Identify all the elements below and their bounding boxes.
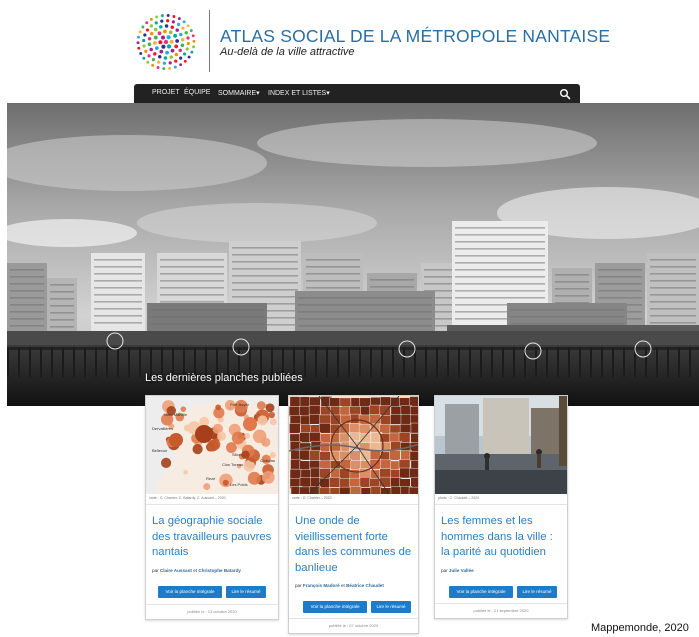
read-summary-button[interactable]: Lire le résumé [226, 586, 266, 598]
authors-prefix: par [295, 583, 302, 588]
author-link[interactable]: Béatrice Chaudet [346, 583, 384, 588]
map-label: Port Boyer [230, 402, 250, 407]
hero-cityscape-photo [7, 103, 699, 406]
nav-item-equipe[interactable]: ÉQUIPE [184, 89, 210, 96]
card-credit: carte : G. Charrier – 2020 [292, 496, 332, 500]
map-label: Château [260, 458, 275, 463]
site-subtitle: Au-delà de la ville attractive [220, 46, 355, 58]
card-femmes-hommes[interactable]: photo : C. Chaudet – 2020 Les femmes et … [434, 395, 568, 619]
card-published-date: publiée le : 13 octobre 2020 [187, 609, 237, 614]
map-label: Nord Malville [164, 412, 188, 417]
card-authors: par Claire Aussant et Christophe Batardy [152, 568, 241, 573]
card-title[interactable]: Une onde de vieillissement forte dans le… [295, 514, 414, 576]
card-authors: par François Madoré et Béatrice Chaudet [295, 583, 384, 588]
card-divider [435, 603, 567, 604]
card-map-image: Port Boyer Nord Malville Dervallières Be… [146, 396, 278, 494]
map-label: Les Poids [230, 482, 248, 487]
card-divider [146, 504, 278, 505]
view-full-plate-button[interactable]: Voir la planche intégrale [449, 586, 513, 598]
card-onde-vieillissement[interactable]: carte : G. Charrier – 2020 Une onde de v… [288, 395, 419, 634]
search-icon[interactable] [559, 88, 571, 100]
card-credit: photo : C. Chaudet – 2020 [438, 496, 480, 500]
map-label: Bellevue [152, 448, 168, 453]
card-map-image [289, 396, 418, 494]
card-divider [289, 504, 418, 505]
authors-prefix: par [441, 568, 448, 573]
nav-item-projet[interactable]: PROJET [152, 89, 180, 96]
header-divider [209, 10, 210, 72]
author-link[interactable]: François Madoré [303, 583, 340, 588]
nav-item-index-listes[interactable]: INDEX ET LISTES▾ [268, 89, 330, 97]
map-label: Rezé [206, 476, 216, 481]
author-link[interactable]: Claire Aussant [160, 568, 192, 573]
card-published-date: publiée le : 21 septembre 2020 [473, 608, 529, 613]
main-navbar: PROJET ÉQUIPE SOMMAIRE▾ INDEX ET LISTES▾ [134, 84, 580, 105]
view-full-plate-button[interactable]: Voir la planche intégrale [158, 586, 222, 598]
read-summary-button[interactable]: Lire le résumé [371, 601, 411, 613]
card-divider [289, 618, 418, 619]
hero-banner[interactable]: Les dernières planches publiées [7, 103, 699, 406]
atlas-logo [136, 14, 196, 70]
map-label: Dervallières [152, 426, 173, 431]
authors-prefix: par [152, 568, 159, 573]
card-authors: par Julie Vallée [441, 568, 474, 573]
card-divider [435, 504, 567, 505]
card-title[interactable]: La géographie sociale des travailleurs p… [152, 514, 274, 561]
view-full-plate-button[interactable]: Voir la planche intégrale [303, 601, 367, 613]
card-published-date: publiée le : 07 octobre 2020 [328, 623, 379, 628]
read-summary-button[interactable]: Lire le résumé [517, 586, 557, 598]
card-title[interactable]: Les femmes et les hommes dans la ville :… [441, 514, 563, 561]
author-link[interactable]: Christophe Batardy [198, 568, 241, 573]
hero-caption: Les dernières planches publiées [145, 372, 303, 384]
map-label: Clos Toreau [222, 462, 243, 467]
card-travailleurs-pauvres[interactable]: Port Boyer Nord Malville Dervallières Be… [145, 395, 279, 620]
map-label: Sillon [232, 452, 242, 457]
card-divider [146, 604, 278, 605]
authors-join: et [193, 568, 198, 573]
site-title[interactable]: ATLAS SOCIAL DE LA MÉTROPOLE NANTAISE [220, 26, 610, 47]
card-photo-image [435, 396, 567, 494]
authors-join: et [340, 583, 345, 588]
card-credit: carte : G. Charrier, C. Batardy, C. Auss… [149, 496, 226, 500]
source-caption: Mappemonde, 2020 [591, 622, 689, 634]
author-link[interactable]: Julie Vallée [449, 568, 474, 573]
nav-item-sommaire[interactable]: SOMMAIRE▾ [218, 89, 260, 97]
